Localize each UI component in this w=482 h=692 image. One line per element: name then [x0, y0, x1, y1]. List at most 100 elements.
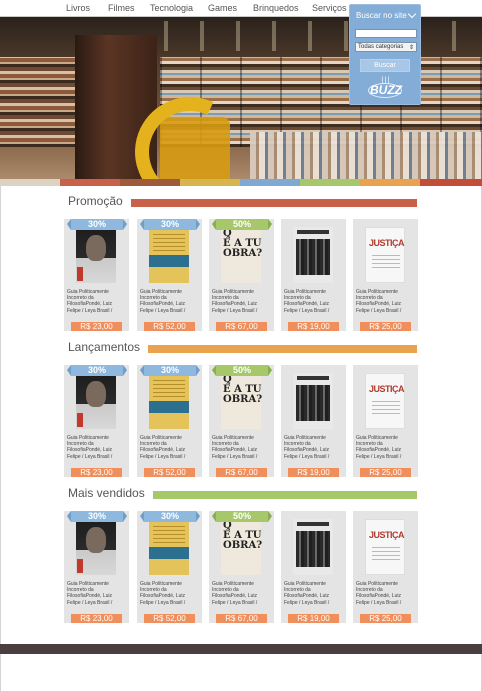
- product-description[interactable]: Guia Politicamente Incorreto da Filosofi…: [356, 289, 416, 314]
- product-card[interactable]: 30% Guia Politicamente Incorreto da Filos…: [137, 365, 202, 477]
- product-card[interactable]: Guia Politicamente Incorreto da Filosofi…: [281, 365, 346, 477]
- product-card[interactable]: 30% Guia Politicamente Incorreto da Filos…: [64, 365, 129, 477]
- price-button[interactable]: R$ 67,00: [216, 614, 267, 623]
- price-button[interactable]: R$ 67,00: [216, 468, 267, 477]
- product-description[interactable]: Guia Politicamente Incorreto da Filosofi…: [67, 581, 127, 606]
- footer: [0, 644, 482, 654]
- select-arrows-icon: ⇕: [408, 45, 414, 51]
- cover-red-stripe: [77, 559, 83, 573]
- price-button[interactable]: R$ 25,00: [360, 322, 411, 331]
- product-card[interactable]: Guia Politicamente Incorreto da Filosofi…: [281, 511, 346, 623]
- product-card[interactable]: 30% Guia Politicamente Incorreto da Filos…: [64, 511, 129, 623]
- product-description[interactable]: Guia Politicamente Incorreto da Filosofi…: [356, 581, 416, 606]
- product-description[interactable]: Guia Politicamente Incorreto da Filosofi…: [140, 435, 200, 460]
- color-stripe: [60, 179, 120, 186]
- discount-badge: 50%: [212, 219, 272, 230]
- product-description[interactable]: Guia Politicamente Incorreto da Filosofi…: [140, 581, 200, 606]
- hero-display-table: [250, 132, 482, 179]
- price-button[interactable]: R$ 25,00: [360, 614, 411, 623]
- cover-subtitle-lines: [372, 544, 400, 560]
- book-cover-image[interactable]: [149, 373, 189, 429]
- product-card[interactable]: JUSTIÇA Guia Politicamente Incorreto da F…: [353, 511, 418, 623]
- logo-ring: [368, 83, 402, 98]
- book-cover-image[interactable]: [76, 227, 116, 283]
- product-description[interactable]: Guia Politicamente Incorreto da Filosofi…: [212, 435, 272, 460]
- book-cover-image[interactable]: QÉ A TU OBRA?: [221, 519, 262, 575]
- book-cover-image[interactable]: [149, 519, 189, 575]
- price-button[interactable]: R$ 67,00: [216, 322, 267, 331]
- search-button[interactable]: Buscar: [360, 59, 410, 72]
- nav-item-livros[interactable]: Livros: [66, 3, 90, 13]
- price-button[interactable]: R$ 52,00: [144, 614, 195, 623]
- cover-photo: [296, 239, 330, 275]
- book-cover-image[interactable]: QÉ A TU OBRA?: [221, 373, 262, 429]
- price-button[interactable]: R$ 23,00: [71, 468, 122, 477]
- product-description[interactable]: Guia Politicamente Incorreto da Filosofi…: [284, 289, 344, 314]
- product-description[interactable]: Guia Politicamente Incorreto da Filosofi…: [212, 289, 272, 314]
- chevron-down-icon[interactable]: [407, 9, 417, 19]
- nav-item-brinquedos[interactable]: Brinquedos: [253, 3, 299, 13]
- book-cover-image[interactable]: JUSTIÇA: [365, 227, 405, 283]
- product-card[interactable]: 30% Guia Politicamente Incorreto da Filos…: [137, 511, 202, 623]
- price-button[interactable]: R$ 52,00: [144, 322, 195, 331]
- cover-photo: [296, 531, 330, 567]
- product-card[interactable]: 30% Guia Politicamente Incorreto da Filos…: [64, 219, 129, 331]
- book-cover-image[interactable]: [293, 519, 333, 575]
- product-card[interactable]: Guia Politicamente Incorreto da Filosofi…: [281, 219, 346, 331]
- product-description[interactable]: Guia Politicamente Incorreto da Filosofi…: [284, 435, 344, 460]
- book-cover-image[interactable]: JUSTIÇA: [365, 373, 405, 429]
- cover-band: [149, 255, 189, 267]
- nav-item-filmes[interactable]: Filmes: [108, 3, 135, 13]
- product-card[interactable]: QÉ A TU OBRA? 50% Guia Politicamente Incorr…: [209, 365, 274, 477]
- product-description[interactable]: Guia Politicamente Incorreto da Filosofi…: [356, 435, 416, 460]
- book-cover-image[interactable]: [293, 373, 333, 429]
- price-button[interactable]: R$ 23,00: [71, 614, 122, 623]
- cover-red-stripe: [77, 267, 83, 281]
- book-cover-image[interactable]: [76, 519, 116, 575]
- cover-subtitle-lines: [372, 252, 400, 268]
- product-card[interactable]: QÉ A TU OBRA? 50% Guia Politicamente Incorr…: [209, 511, 274, 623]
- product-card[interactable]: JUSTIÇA Guia Politicamente Incorreto da F…: [353, 219, 418, 331]
- price-button[interactable]: R$ 19,00: [288, 468, 339, 477]
- cover-portrait: [86, 381, 106, 407]
- nav-item-games[interactable]: Games: [208, 3, 237, 13]
- cover-portrait: [86, 235, 106, 261]
- buzz-logo: ||| BUZZ: [364, 77, 408, 101]
- discount-badge: 30%: [67, 511, 127, 522]
- cover-pattern: [153, 523, 185, 543]
- product-description[interactable]: Guia Politicamente Incorreto da Filosofi…: [67, 289, 127, 314]
- discount-badge: 30%: [67, 365, 127, 376]
- section-divider-bar: [131, 199, 417, 207]
- product-description[interactable]: Guia Politicamente Incorreto da Filosofi…: [284, 581, 344, 606]
- book-cover-image[interactable]: [76, 373, 116, 429]
- price-button[interactable]: R$ 19,00: [288, 322, 339, 331]
- book-cover-image[interactable]: [293, 227, 333, 283]
- product-card[interactable]: QÉ A TU OBRA? 50% Guia Politicamente Incorr…: [209, 219, 274, 331]
- price-button[interactable]: R$ 52,00: [144, 468, 195, 477]
- price-button[interactable]: R$ 19,00: [288, 614, 339, 623]
- category-select-value: Todas categorias: [358, 44, 404, 50]
- product-card[interactable]: 30% Guia Politicamente Incorreto da Filos…: [137, 219, 202, 331]
- book-cover-image[interactable]: QÉ A TU OBRA?: [221, 227, 262, 283]
- book-cover-image[interactable]: [149, 227, 189, 283]
- cover-photo: [296, 385, 330, 421]
- color-stripe: [300, 179, 360, 186]
- discount-badge: 50%: [212, 365, 272, 376]
- section-title: Promoção: [68, 194, 123, 208]
- price-button[interactable]: R$ 25,00: [360, 468, 411, 477]
- book-cover-image[interactable]: JUSTIÇA: [365, 519, 405, 575]
- search-heading[interactable]: Buscar no site: [356, 11, 407, 20]
- discount-badge: 30%: [67, 219, 127, 230]
- product-description[interactable]: Guia Politicamente Incorreto da Filosofi…: [67, 435, 127, 460]
- price-button[interactable]: R$ 23,00: [71, 322, 122, 331]
- product-description[interactable]: Guia Politicamente Incorreto da Filosofi…: [140, 289, 200, 314]
- search-input[interactable]: [355, 29, 417, 38]
- nav-item-tecnologia[interactable]: Tecnologia: [150, 3, 193, 13]
- nav-item-servicos[interactable]: Serviços: [312, 3, 347, 13]
- product-description[interactable]: Guia Politicamente Incorreto da Filosofi…: [212, 581, 272, 606]
- color-stripe: [240, 179, 300, 186]
- cover-pattern: [153, 231, 185, 251]
- category-select[interactable]: Todas categorias ⇕: [355, 42, 417, 52]
- product-card[interactable]: JUSTIÇA Guia Politicamente Incorreto da F…: [353, 365, 418, 477]
- color-stripe: [120, 179, 180, 186]
